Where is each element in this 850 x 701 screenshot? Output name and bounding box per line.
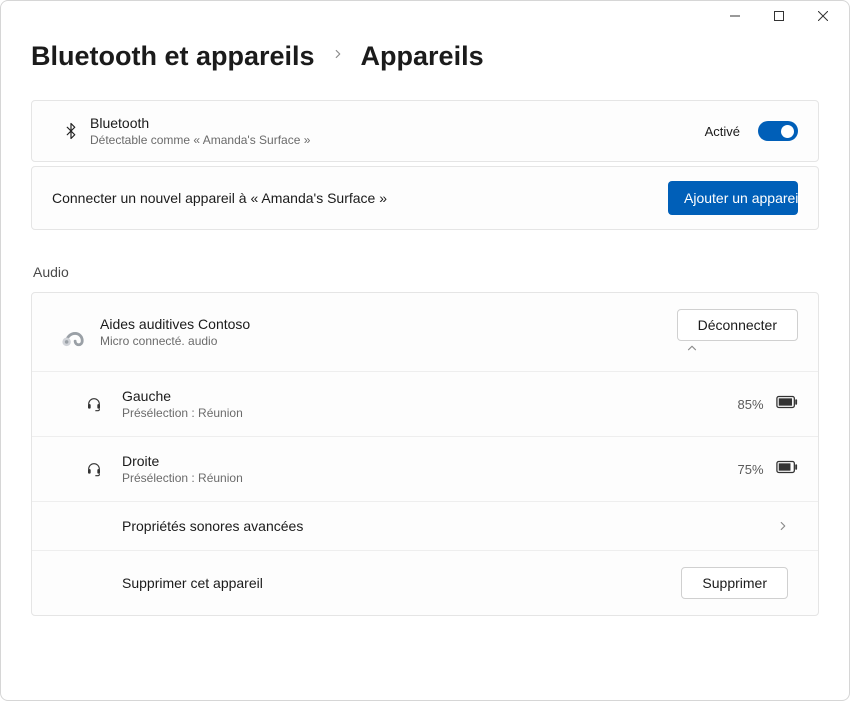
add-device-button[interactable]: Ajouter un appareil xyxy=(668,181,798,215)
window-titlebar xyxy=(1,1,849,31)
settings-window: Bluetooth et appareils Appareils Bluetoo… xyxy=(0,0,850,701)
breadcrumb-current: Appareils xyxy=(361,41,484,72)
connect-prompt: Connecter un nouvel appareil à « Amanda'… xyxy=(52,190,668,206)
right-battery-pct: 75% xyxy=(738,462,764,477)
advanced-sound-label: Propriétés sonores avancées xyxy=(122,518,768,534)
bluetooth-icon xyxy=(52,122,90,140)
bluetooth-subtitle: Détectable comme « Amanda's Surface » xyxy=(90,133,705,147)
audio-section-title: Audio xyxy=(33,264,819,280)
remove-device-button[interactable]: Supprimer xyxy=(681,567,788,599)
breadcrumb: Bluetooth et appareils Appareils xyxy=(31,41,819,72)
bluetooth-title: Bluetooth xyxy=(90,115,705,131)
device-status: Micro connecté. audio xyxy=(100,334,677,348)
headset-icon xyxy=(82,396,106,412)
chevron-up-icon[interactable] xyxy=(677,341,707,355)
battery-icon xyxy=(776,396,798,413)
left-preset: Présélection : Réunion xyxy=(122,406,738,420)
breadcrumb-parent[interactable]: Bluetooth et appareils xyxy=(31,41,315,72)
left-battery-pct: 85% xyxy=(738,397,764,412)
minimize-button[interactable] xyxy=(713,1,757,31)
maximize-button[interactable] xyxy=(757,1,801,31)
bluetooth-toggle[interactable] xyxy=(758,121,798,141)
device-header-row[interactable]: Aides auditives Contoso Micro connecté. … xyxy=(32,293,818,371)
left-ear-row: Gauche Présélection : Réunion 85% xyxy=(32,371,818,436)
right-preset: Présélection : Réunion xyxy=(122,471,738,485)
right-ear-row: Droite Présélection : Réunion 75% xyxy=(32,436,818,501)
device-name: Aides auditives Contoso xyxy=(100,316,677,332)
chevron-right-icon xyxy=(331,47,345,66)
close-button[interactable] xyxy=(801,1,845,31)
bluetooth-card: Bluetooth Détectable comme « Amanda's Su… xyxy=(31,100,819,162)
right-label: Droite xyxy=(122,453,738,469)
remove-device-row: Supprimer cet appareil Supprimer xyxy=(32,550,818,615)
audio-device-group: Aides auditives Contoso Micro connecté. … xyxy=(31,292,819,616)
remove-device-label: Supprimer cet appareil xyxy=(122,575,681,591)
content-area: Bluetooth et appareils Appareils Bluetoo… xyxy=(1,31,849,646)
bluetooth-toggle-label: Activé xyxy=(705,124,740,139)
advanced-sound-row[interactable]: Propriétés sonores avancées xyxy=(32,501,818,550)
disconnect-button[interactable]: Déconnecter xyxy=(677,309,798,341)
connect-device-card: Connecter un nouvel appareil à « Amanda'… xyxy=(31,166,819,230)
left-label: Gauche xyxy=(122,388,738,404)
headset-icon xyxy=(82,461,106,477)
chevron-right-icon xyxy=(768,519,798,533)
battery-icon xyxy=(776,461,798,478)
hearing-aid-icon xyxy=(52,315,94,349)
